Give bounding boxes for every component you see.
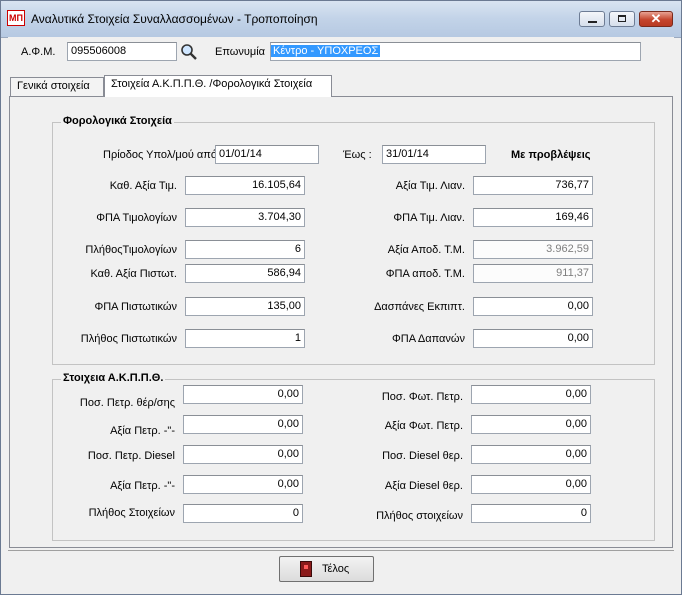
footer-divider — [8, 550, 674, 551]
cash-register-receipts-vat-field: 911,37 — [473, 264, 593, 283]
period-to-label: Έως : — [343, 149, 372, 161]
minimize-icon — [588, 21, 597, 23]
diesel-heating-value-field[interactable]: 0,00 — [471, 475, 591, 494]
deductible-expenses-field[interactable]: 0,00 — [473, 297, 593, 316]
akppth-docs-count-right-field[interactable]: 0 — [471, 504, 591, 523]
forecast-label: Με προβλέψεις — [511, 149, 591, 161]
diesel-heating-qty-field[interactable]: 0,00 — [471, 445, 591, 464]
tax-group: Φορολογικά Στοιχεία Πρίοδος Υπολ/μού από… — [52, 115, 655, 365]
invoice-vat-label: ΦΠΑ Τιμολογίων — [96, 212, 177, 224]
akppth-docs-count-right-label: Πλήθος στοιχείων — [376, 510, 463, 522]
cash-register-receipts-value-label: Αξία Αποδ. Τ.Μ. — [387, 244, 465, 256]
expenses-vat-label: ΦΠΑ Δαπανών — [392, 333, 465, 345]
akppth-group-title: Στοιχεια Α.Κ.Π.Π.Θ. — [61, 372, 166, 384]
search-icon — [181, 44, 197, 60]
net-invoice-value-field[interactable]: 16.105,64 — [185, 176, 305, 195]
maximize-button[interactable] — [609, 11, 635, 27]
app-icon: ΜΠ — [7, 10, 25, 26]
tax-group-title: Φορολογικά Στοιχεία — [61, 115, 174, 127]
tab-general[interactable]: Γενικά στοιχεία — [10, 77, 104, 96]
invoice-count-label: ΠλήθοςΤιμολογίων — [85, 244, 177, 256]
retail-invoice-vat-field[interactable]: 169,46 — [473, 208, 593, 227]
end-button[interactable]: Τέλος — [279, 556, 374, 582]
maximize-icon — [618, 15, 626, 22]
net-credit-value-field[interactable]: 586,94 — [185, 264, 305, 283]
net-credit-value-label: Καθ. Αξία Πιστωτ. — [90, 268, 177, 280]
lighting-oil-value-label: Αξία Φωτ. Πετρ. — [384, 420, 463, 432]
lighting-oil-qty-field[interactable]: 0,00 — [471, 385, 591, 404]
client-area: Α.Φ.Μ. 095506008 Επωνυμία Κέντρο - ΥΠΟΧΡ… — [8, 37, 674, 587]
credit-vat-field[interactable]: 135,00 — [185, 297, 305, 316]
credit-count-label: Πλήθος Πιστωτικών — [80, 333, 177, 345]
credit-count-field[interactable]: 1 — [185, 329, 305, 348]
title-bar[interactable]: ΜΠ Αναλυτικά Στοιχεία Συναλλασσομένων - … — [1, 1, 681, 38]
diesel-heating-qty-label: Ποσ. Diesel θερ. — [382, 450, 463, 462]
period-to-field[interactable]: 31/01/14 — [382, 145, 486, 164]
minimize-button[interactable] — [579, 11, 605, 27]
tab-akppth-tax[interactable]: Στοιχεία Α.Κ.Π.Π.Θ. /Φορολογικά Στοιχεία — [104, 75, 332, 97]
diesel-value-label: Αξία Πετρ. -"- — [110, 480, 175, 492]
invoice-count-field[interactable]: 6 — [185, 240, 305, 259]
heating-oil-value-field[interactable]: 0,00 — [183, 415, 303, 434]
heating-oil-qty-field[interactable]: 0,00 — [183, 385, 303, 404]
tab-strip: Γενικά στοιχεία Στοιχεία Α.Κ.Π.Π.Θ. /Φορ… — [8, 75, 674, 97]
name-label: Επωνυμία — [215, 46, 266, 58]
close-icon: ✕ — [650, 11, 662, 26]
cash-register-receipts-value-field: 3.962,59 — [473, 240, 593, 259]
search-button[interactable] — [178, 43, 200, 61]
afm-field[interactable]: 095506008 — [67, 42, 177, 61]
retail-invoice-vat-label: ΦΠΑ Τιμ. Λιαν. — [393, 212, 465, 224]
tab-panel: Φορολογικά Στοιχεία Πρίοδος Υπολ/μού από… — [9, 96, 673, 548]
retail-invoice-value-field[interactable]: 736,77 — [473, 176, 593, 195]
invoice-vat-field[interactable]: 3.704,30 — [185, 208, 305, 227]
exit-door-icon — [300, 561, 312, 577]
afm-label: Α.Φ.Μ. — [21, 46, 56, 58]
diesel-qty-label: Ποσ. Πετρ. Diesel — [87, 450, 175, 462]
deductible-expenses-label: Δασπάνες Εκπιπτ. — [374, 301, 465, 313]
lighting-oil-qty-label: Ποσ. Φωτ. Πετρ. — [381, 391, 463, 403]
diesel-heating-value-label: Αξία Diesel θερ. — [384, 480, 463, 492]
period-from-label: Πρίοδος Υπολ/μού από : — [103, 149, 224, 161]
end-button-label: Τέλος — [322, 563, 350, 575]
diesel-value-field[interactable]: 0,00 — [183, 475, 303, 494]
window-title: Αναλυτικά Στοιχεία Συναλλασσομένων - Τρο… — [31, 12, 318, 26]
name-field[interactable]: Κέντρο - ΥΠΟΧΡΕΟΣ — [270, 42, 641, 61]
close-button[interactable]: ✕ — [639, 11, 673, 27]
expenses-vat-field[interactable]: 0,00 — [473, 329, 593, 348]
cash-register-receipts-vat-label: ΦΠΑ αποδ. Τ.Μ. — [385, 268, 465, 280]
akppth-docs-count-left-label: Πλήθος Στοιχείων — [88, 507, 175, 519]
credit-vat-label: ΦΠΑ Πιστωτικών — [94, 301, 177, 313]
akppth-docs-count-left-field[interactable]: 0 — [183, 504, 303, 523]
heating-oil-qty-label: Ποσ. Πετρ. θέρ/σης — [79, 397, 175, 409]
retail-invoice-value-label: Αξία Τιμ. Λιαν. — [395, 180, 465, 192]
name-field-selected-text: Κέντρο - ΥΠΟΧΡΕΟΣ — [271, 45, 381, 57]
akppth-group: Στοιχεια Α.Κ.Π.Π.Θ. Ποσ. Πετρ. θέρ/σης 0… — [52, 372, 655, 541]
net-invoice-value-label: Καθ. Αξία Τιμ. — [109, 180, 177, 192]
lighting-oil-value-field[interactable]: 0,00 — [471, 415, 591, 434]
heating-oil-value-label: Αξία Πετρ. -"- — [110, 425, 175, 437]
app-window: ΜΠ Αναλυτικά Στοιχεία Συναλλασσομένων - … — [0, 0, 682, 595]
diesel-qty-field[interactable]: 0,00 — [183, 445, 303, 464]
period-from-field[interactable]: 01/01/14 — [215, 145, 319, 164]
